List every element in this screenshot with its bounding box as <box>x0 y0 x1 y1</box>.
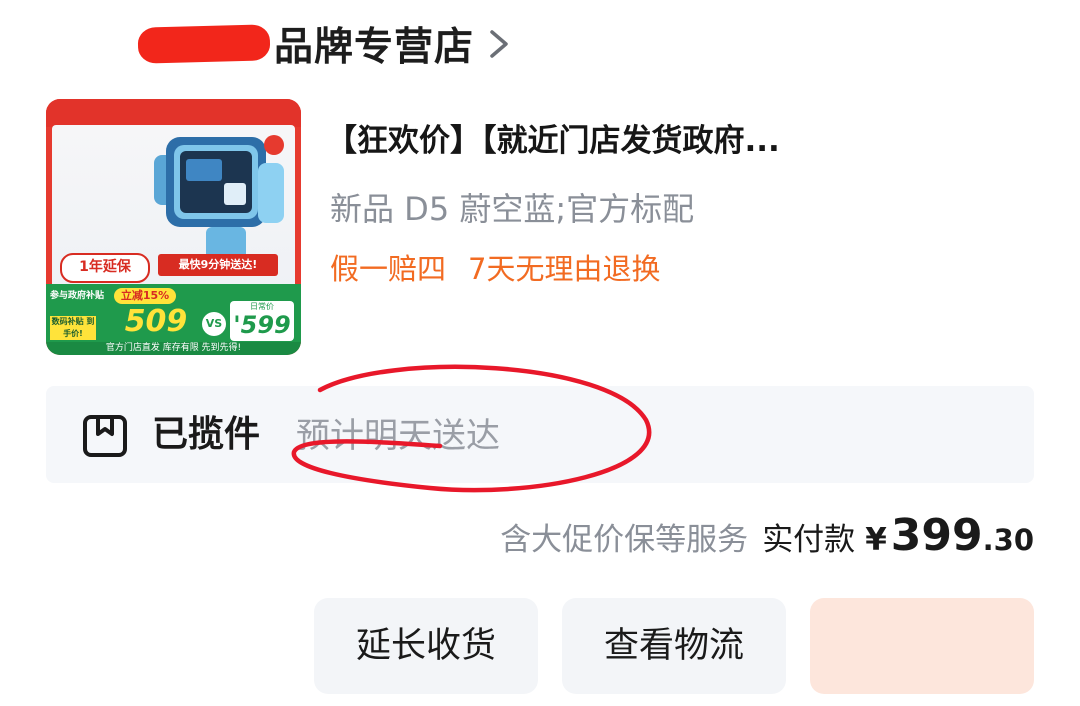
shop-name[interactable]: 品牌专营店 <box>274 16 474 72</box>
view-logistics-button[interactable]: 查看物流 <box>562 598 786 694</box>
promo-footer: 官方门店直发 库存有限 先到先得! <box>46 342 301 355</box>
guarantee-tag: 假一赔四 <box>330 252 447 286</box>
paid-amount-decimal: .30 <box>982 523 1034 557</box>
paid-amount-integer: 399 <box>890 510 983 561</box>
redaction-mark <box>137 24 271 64</box>
currency-symbol: ¥ <box>865 522 887 558</box>
product-variant: 新品 D5 蔚空蓝;官方标配 <box>330 190 695 228</box>
fast-delivery-tag: 最快9分钟送达! <box>158 254 278 276</box>
daily-price: '599 <box>233 311 291 339</box>
payment-summary: 含大促价保等服务 实付款 ¥ 399 .30 <box>500 510 1034 570</box>
paid-amount-label: 实付款 <box>762 522 856 558</box>
confirm-receipt-button[interactable] <box>810 598 1034 694</box>
save-tag: 立减15% <box>114 288 176 304</box>
chevron-right-icon[interactable] <box>486 24 512 64</box>
promo-price: 509 <box>124 304 188 339</box>
warranty-tag: 1年延保 <box>60 253 150 283</box>
package-icon <box>83 415 127 457</box>
extend-receipt-button[interactable]: 延长收货 <box>314 598 538 694</box>
promo-sub-label: 数码补贴 到手价! <box>50 316 96 340</box>
logistics-status: 已揽件 <box>152 414 261 455</box>
product-thumbnail[interactable]: 1年延保 最快9分钟送达! 参与政府补贴 数码补贴 到手价! 立减15% 509… <box>46 99 301 355</box>
vs-badge: VS <box>202 312 226 336</box>
thumbnail-banner <box>46 99 301 127</box>
guarantee-tag: 7天无理由退换 <box>468 252 661 286</box>
guarantee-list: 假一赔四 7天无理由退换 <box>330 246 660 292</box>
annotation-circle <box>291 364 652 493</box>
shop-header[interactable]: 品牌专营店 <box>137 14 512 74</box>
price-protection-note[interactable]: 含大促价保等服务 <box>500 514 748 559</box>
product-title[interactable]: 【狂欢价】【就近门店发货政府... <box>326 118 866 164</box>
smartwatch-image <box>154 135 284 259</box>
promo-label: 参与政府补贴 <box>50 291 105 301</box>
